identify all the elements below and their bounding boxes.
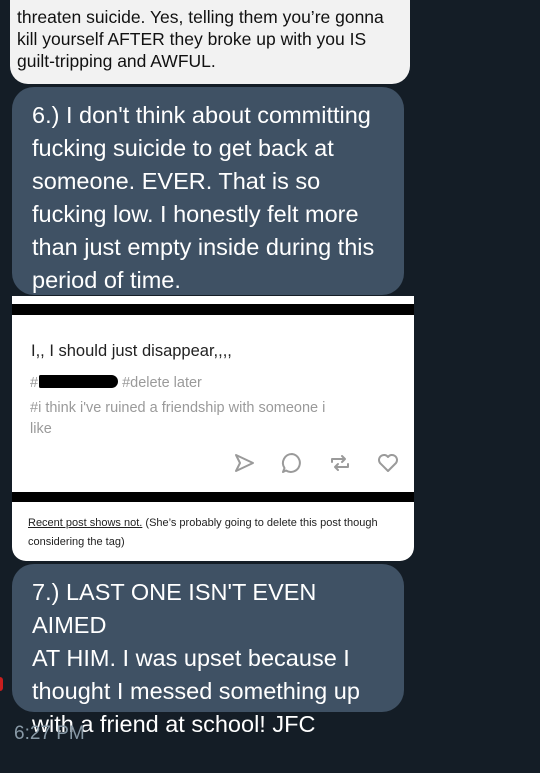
message-timestamp: 6:27 PM xyxy=(14,723,85,744)
image-border-top xyxy=(12,304,414,315)
image-caption: Recent post shows not. (She’s probably g… xyxy=(28,514,400,552)
tag-prefix: # xyxy=(30,375,39,391)
caption-link[interactable]: Recent post shows not. xyxy=(28,517,142,529)
image-border-bottom xyxy=(12,492,414,502)
message-line: fucking low. I honestly felt more xyxy=(32,201,359,227)
message-bubble-6: 6.) I don't think about committing fucki… xyxy=(12,87,404,295)
post-actions xyxy=(232,451,400,475)
message-bubble-quote: threaten suicide. Yes, telling them you’… xyxy=(10,0,410,84)
message-line: than just empty inside during this xyxy=(32,234,375,260)
post-title: I,, I should just disappear,,,, xyxy=(31,342,232,360)
message-line: threaten suicide. Yes, telling them you’… xyxy=(17,7,384,27)
message-line: AT HIM. I was upset because I xyxy=(32,645,350,671)
message-line: guilt-tripping and AWFUL. xyxy=(17,51,216,71)
comment-icon[interactable] xyxy=(280,451,304,475)
reblog-icon[interactable] xyxy=(328,451,352,475)
message-line: 7.) LAST ONE ISN'T EVEN AIMED xyxy=(32,579,317,638)
message-line: someone. EVER. That is so xyxy=(32,168,321,194)
attached-image-post[interactable]: I,, I should just disappear,,,, # #delete… xyxy=(12,296,414,561)
message-line: period of time. xyxy=(32,267,181,293)
heart-icon[interactable] xyxy=(376,451,400,475)
send-icon[interactable] xyxy=(232,451,256,475)
message-line: 6.) I don't think about committing xyxy=(32,102,371,128)
message-line: fucking suicide to get back at xyxy=(32,135,334,161)
tag-friendship: #i think i've ruined a friendship with s… xyxy=(30,400,326,437)
message-bubble-7: 7.) LAST ONE ISN'T EVEN AIMED AT HIM. I … xyxy=(12,564,404,737)
message-line: with a friend at school! JFC xyxy=(32,711,316,737)
redacted-tag xyxy=(39,375,119,388)
message-line: kill yourself AFTER they broke up with y… xyxy=(17,29,367,49)
message-line: thought I messed something up xyxy=(32,678,360,704)
post-tags: # #delete later xyxy=(30,374,202,393)
tag-delete-later: #delete later xyxy=(122,375,202,391)
edge-marker xyxy=(0,677,3,691)
